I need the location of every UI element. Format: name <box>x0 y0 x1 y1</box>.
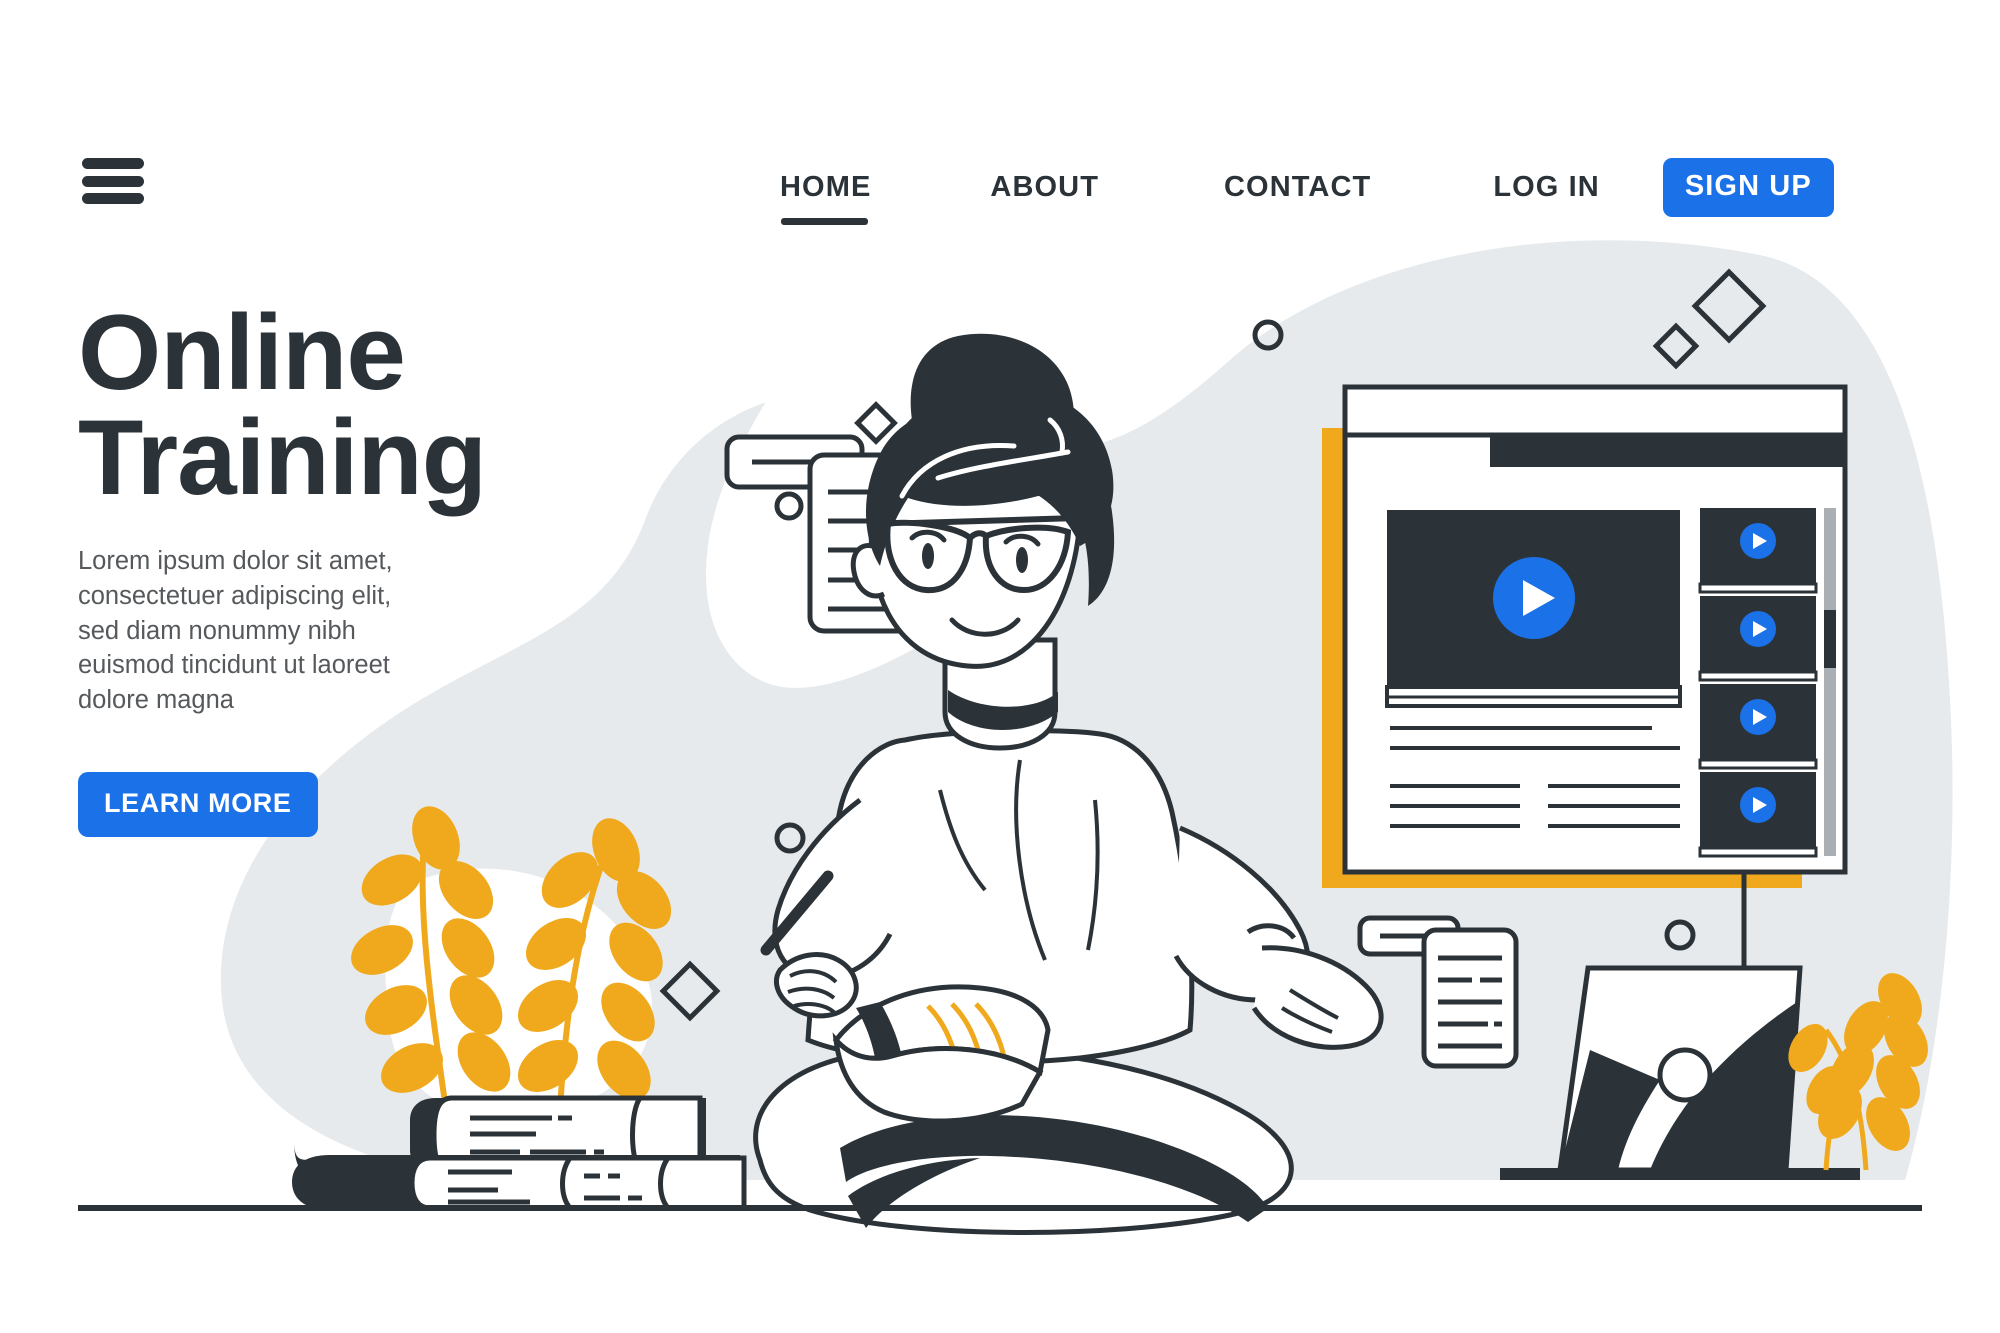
plant-right <box>1788 973 1928 1171</box>
laptop <box>1500 965 1860 1180</box>
book-top <box>410 1095 706 1175</box>
video-thumbnail-list <box>1698 508 1818 858</box>
video-course-window <box>1342 384 1848 968</box>
video-thumbnail <box>1698 508 1818 594</box>
floating-document-card-left <box>724 434 929 634</box>
play-icon <box>1493 557 1575 639</box>
diamond-decor <box>659 268 1767 1022</box>
learn-more-button[interactable]: LEARN MORE <box>78 772 318 838</box>
video-description-lines <box>1390 726 1680 828</box>
play-icon <box>1740 699 1776 735</box>
floating-document-card-right <box>1357 915 1519 1069</box>
landing-page: HOME ABOUT CONTACT LOG IN SIGN UP Online… <box>0 0 2000 1333</box>
hamburger-bar <box>82 175 144 187</box>
nav-link-contact[interactable]: CONTACT <box>1224 171 1371 204</box>
character-woman-studying <box>753 333 1384 1235</box>
play-icon <box>1740 787 1776 823</box>
book-bottom <box>292 1140 747 1211</box>
hamburger-menu-icon[interactable] <box>82 158 144 204</box>
main-navigation: HOME ABOUT CONTACT LOG IN SIGN UP <box>0 0 2000 240</box>
circle-decor <box>774 319 1696 951</box>
hero-title-line-1: Online <box>78 292 406 412</box>
video-thumbnail <box>1698 596 1818 682</box>
signup-button[interactable]: SIGN UP <box>1662 158 1834 217</box>
nav-links: HOME ABOUT CONTACT LOG IN SIGN UP <box>780 158 1834 225</box>
hand-cursor-icon <box>893 500 969 593</box>
hero-section: Online Training Lorem ipsum dolor sit am… <box>78 299 718 838</box>
hamburger-bar <box>82 158 144 169</box>
plant-left <box>351 806 672 1111</box>
video-thumbnail <box>1698 684 1818 770</box>
browser-yellow-frame <box>1322 428 1802 888</box>
hero-title-line-2: Training <box>78 396 487 517</box>
stacked-books <box>292 1095 747 1211</box>
nav-link-login[interactable]: LOG IN <box>1493 171 1600 204</box>
hero-body-text: Lorem ipsum dolor sit amet, consectetuer… <box>78 546 393 715</box>
play-icon <box>1740 611 1776 647</box>
play-icon <box>1740 523 1776 559</box>
hamburger-bar <box>82 193 144 204</box>
window-scrollbar[interactable] <box>1824 508 1836 856</box>
video-thumbnail <box>1698 772 1818 858</box>
open-book-on-lap <box>832 984 1051 1124</box>
main-video-player <box>1385 510 1682 708</box>
page-title: Online Training <box>78 299 718 517</box>
nav-link-about[interactable]: ABOUT <box>990 171 1099 204</box>
nav-link-home[interactable]: HOME <box>780 171 871 225</box>
